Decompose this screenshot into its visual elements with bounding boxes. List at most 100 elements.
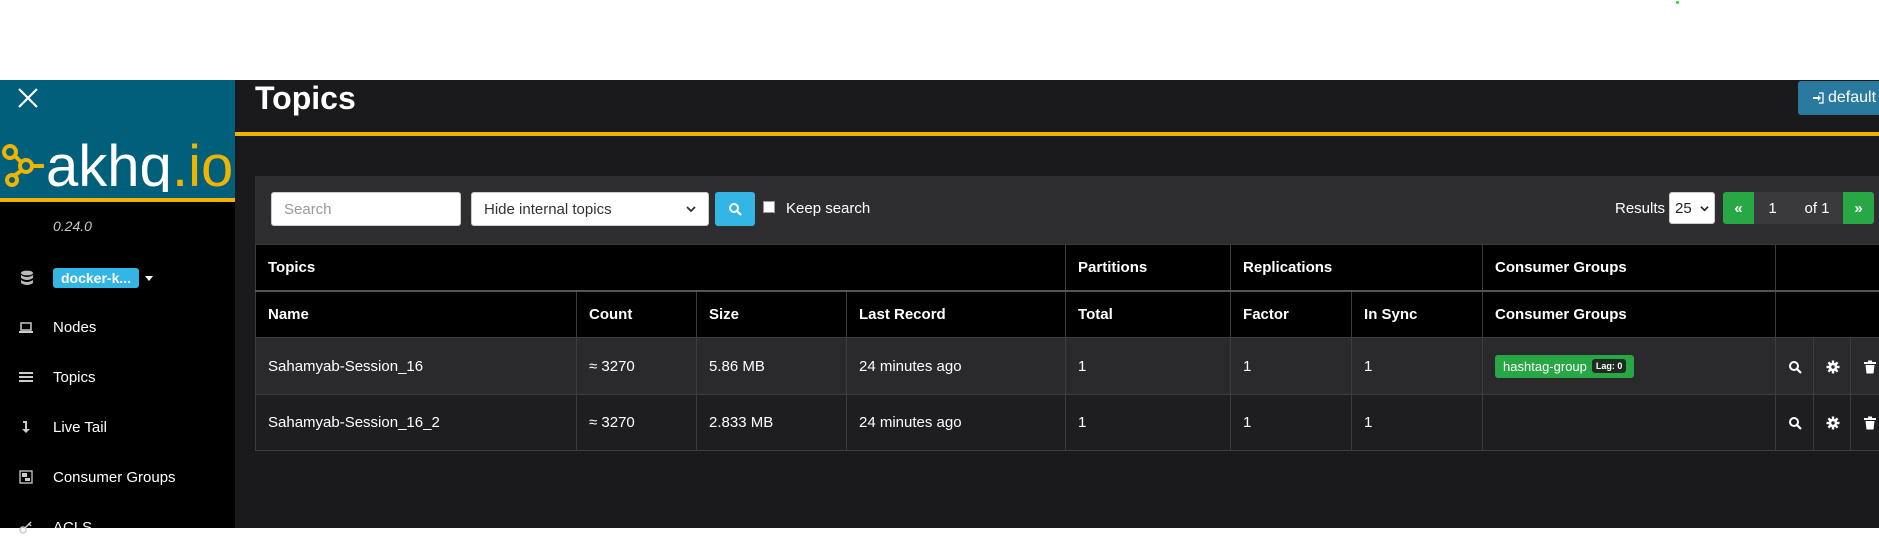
consumer-group-badge[interactable]: hashtag-group Lag: 0 [1495, 355, 1634, 378]
group-header-topics: Topics [256, 245, 1066, 292]
sidebar-item-label: ACLS [53, 519, 92, 536]
akhq-logo[interactable]: akhq .io [0, 116, 235, 192]
column-header-size[interactable]: Size [697, 291, 847, 338]
page-title: Topics [255, 80, 356, 117]
cluster-selector[interactable]: docker-k... [20, 267, 153, 289]
group-header-actions [1776, 245, 1879, 292]
user-login-button[interactable]: default [1798, 81, 1879, 115]
column-header-actions [1776, 291, 1879, 338]
key-icon [18, 519, 34, 535]
replication-in-sync: 1 [1352, 338, 1483, 395]
topic-count: ≈ 3270 [577, 395, 697, 451]
sign-in-icon [1812, 92, 1824, 104]
pagination-page[interactable]: 1 [1754, 192, 1791, 224]
sidebar-item-label: Consumer Groups [53, 469, 176, 486]
topic-name[interactable]: Sahamyab-Session_16 [256, 338, 577, 395]
lag-badge: Lag: 0 [1592, 359, 1627, 373]
keep-search-label: Keep search [786, 200, 870, 217]
replication-factor: 1 [1231, 338, 1352, 395]
close-icon[interactable] [14, 84, 42, 112]
group-header-replications: Replications [1231, 245, 1483, 292]
search-button[interactable] [715, 192, 755, 226]
list-icon [18, 369, 34, 385]
table-row[interactable]: Sahamyab-Session_16_2 ≈ 3270 2.833 MB 24… [256, 395, 1879, 451]
object-group-icon [18, 469, 34, 485]
gear-icon [1826, 416, 1840, 430]
column-header-total[interactable]: Total [1066, 291, 1231, 338]
sidebar-item-label: Topics [53, 369, 96, 386]
table-header-row: Name Count Size Last Record Total Factor… [256, 291, 1879, 338]
pagination-next[interactable]: » [1843, 192, 1874, 224]
consumer-groups-cell: hashtag-group Lag: 0 [1483, 338, 1776, 395]
results-label: Results [1615, 200, 1665, 217]
consumer-group-name: hashtag-group [1503, 359, 1587, 374]
version-label: 0.24.0 [53, 218, 92, 234]
topics-toolbar: Hide internal topics Keep search Results… [255, 176, 1879, 244]
svg-text:.io: .io [172, 134, 233, 192]
sidebar-item-acls[interactable]: ACLS [18, 515, 92, 539]
topics-table: Topics Partitions Replications Consumer … [255, 244, 1879, 451]
column-header-last-record[interactable]: Last Record [847, 291, 1066, 338]
chevron-down-icon[interactable] [145, 276, 153, 281]
search-icon [1788, 416, 1802, 430]
sidebar-item-topics[interactable]: Topics [18, 365, 96, 389]
column-header-consumer-groups[interactable]: Consumer Groups [1483, 291, 1776, 338]
delete-topic-button[interactable] [1851, 395, 1879, 451]
pagination-total: of 1 [1791, 192, 1843, 224]
table-group-header-row: Topics Partitions Replications Consumer … [256, 245, 1879, 292]
topic-size: 2.833 MB [697, 395, 847, 451]
sidebar-item-consumer-groups[interactable]: Consumer Groups [18, 465, 176, 489]
status-dot [1676, 1, 1679, 4]
group-header-partitions: Partitions [1066, 245, 1231, 292]
search-icon [1788, 360, 1802, 374]
gear-icon [1826, 360, 1840, 374]
trash-icon [1863, 360, 1877, 374]
view-topic-button[interactable] [1776, 395, 1814, 451]
group-header-consumer-groups: Consumer Groups [1483, 245, 1776, 292]
trash-icon [1863, 416, 1877, 430]
column-header-name[interactable]: Name [256, 291, 577, 338]
svg-text:akhq: akhq [46, 134, 172, 192]
sidebar-item-label: Nodes [53, 319, 96, 336]
topic-settings-button[interactable] [1814, 395, 1851, 451]
topic-filter-select[interactable]: Hide internal topics [471, 192, 709, 226]
view-topic-button[interactable] [1776, 338, 1814, 395]
pagination-prev[interactable]: « [1723, 192, 1754, 224]
main-content: Topics default Hide internal topics Keep… [235, 80, 1879, 528]
topic-last-record: 24 minutes ago [847, 395, 1066, 451]
top-bar [0, 0, 1879, 80]
consumer-groups-cell [1483, 395, 1776, 451]
topic-size: 5.86 MB [697, 338, 847, 395]
sidebar: akhq .io 0.24.0 docker-k... Nodes Topics [0, 80, 235, 528]
sidebar-item-live-tail[interactable]: Live Tail [18, 415, 107, 439]
database-icon [20, 270, 34, 286]
replication-in-sync: 1 [1352, 395, 1483, 451]
logo-area: akhq .io [0, 80, 235, 200]
replication-factor: 1 [1231, 395, 1352, 451]
partitions-total: 1 [1066, 395, 1231, 451]
column-header-factor[interactable]: Factor [1231, 291, 1352, 338]
column-header-in-sync[interactable]: In Sync [1352, 291, 1483, 338]
partitions-total: 1 [1066, 338, 1231, 395]
laptop-icon [18, 319, 34, 335]
user-login-label: default [1828, 89, 1876, 107]
logo-underline [0, 198, 235, 202]
title-underline [235, 132, 1879, 136]
topic-count: ≈ 3270 [577, 338, 697, 395]
column-header-count[interactable]: Count [577, 291, 697, 338]
results-per-page-select[interactable]: 25 [1669, 192, 1715, 224]
topic-settings-button[interactable] [1814, 338, 1851, 395]
results-per-page-value: 25 [1675, 200, 1692, 217]
chevron-down-icon [1700, 204, 1709, 213]
pagination: « 1 of 1 » [1723, 192, 1874, 224]
chevron-down-icon [686, 204, 696, 214]
sidebar-item-label: Live Tail [53, 419, 107, 436]
topic-name[interactable]: Sahamyab-Session_16_2 [256, 395, 577, 451]
search-input[interactable] [271, 192, 461, 226]
table-row[interactable]: Sahamyab-Session_16 ≈ 3270 5.86 MB 24 mi… [256, 338, 1879, 395]
delete-topic-button[interactable] [1851, 338, 1879, 395]
cluster-badge[interactable]: docker-k... [53, 268, 139, 288]
keep-search-checkbox[interactable] [763, 201, 775, 213]
topic-last-record: 24 minutes ago [847, 338, 1066, 395]
sidebar-item-nodes[interactable]: Nodes [18, 315, 96, 339]
